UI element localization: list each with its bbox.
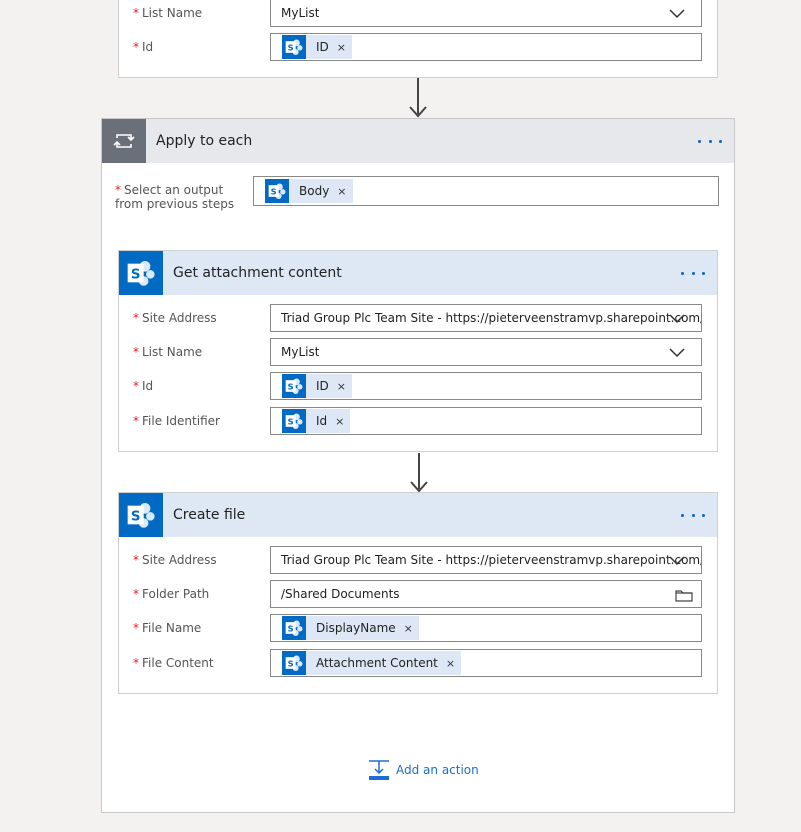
get-attachment-content-card: Get attachment content * Site Address Tri… [118, 250, 718, 452]
chevron-down-icon[interactable] [669, 554, 685, 566]
folder-icon[interactable] [675, 588, 693, 602]
more-options-icon[interactable] [681, 264, 705, 282]
apply-to-each-header[interactable]: Apply to each [102, 119, 734, 163]
arrow-down-icon [410, 453, 428, 493]
chevron-down-icon[interactable] [669, 7, 685, 19]
remove-token-icon[interactable]: × [337, 41, 346, 54]
apply-to-each-title: Apply to each [156, 133, 253, 149]
folder-path-label: * Folder Path [133, 587, 210, 601]
sharepoint-icon [282, 616, 306, 640]
create-file-card: Create file * Site Address Triad Group Pl… [118, 492, 718, 694]
id-token[interactable]: ID × [282, 35, 352, 59]
site-address-label: * Site Address [133, 553, 217, 567]
folder-path-field[interactable]: /Shared Documents [270, 580, 702, 608]
remove-token-icon[interactable]: × [446, 657, 455, 670]
create-file-header[interactable]: Create file [119, 493, 717, 537]
chevron-down-icon[interactable] [669, 312, 685, 324]
display-name-token[interactable]: DisplayName × [282, 616, 419, 640]
list-name-label: * List Name [133, 345, 203, 359]
file-identifier-label: * File Identifier [133, 414, 220, 428]
arrow-down-icon [409, 78, 427, 118]
remove-token-icon[interactable]: × [335, 415, 344, 428]
get-attachment-title: Get attachment content [173, 265, 342, 281]
sharepoint-icon [119, 493, 163, 537]
id-label: * Id [133, 379, 154, 393]
body-token[interactable]: Body × [265, 179, 353, 203]
list-name-dropdown[interactable]: MyList [270, 0, 702, 27]
select-output-field[interactable]: Body × [253, 176, 719, 206]
create-file-title: Create file [173, 507, 246, 523]
list-item-card: * List Name MyList * Id ID × [118, 0, 718, 78]
file-name-label: * File Name [133, 621, 202, 635]
sharepoint-icon [282, 651, 306, 675]
chevron-down-icon[interactable] [669, 346, 685, 358]
get-attachment-header[interactable]: Get attachment content [119, 251, 717, 295]
list-name-dropdown[interactable]: MyList [270, 338, 702, 366]
id-field[interactable]: ID × [270, 33, 702, 61]
add-action-button[interactable]: Add an action [368, 759, 479, 781]
id-field[interactable]: ID × [270, 372, 702, 400]
site-address-dropdown[interactable]: Triad Group Plc Team Site - https://piet… [270, 546, 702, 574]
file-identifier-token[interactable]: Id × [282, 409, 351, 433]
id-token[interactable]: ID × [282, 374, 352, 398]
sharepoint-icon [282, 374, 306, 398]
list-name-label: * List Name [133, 6, 203, 20]
id-label: * Id [133, 40, 154, 54]
file-name-field[interactable]: DisplayName × [270, 614, 702, 642]
sharepoint-icon [119, 251, 163, 295]
more-options-icon[interactable] [698, 132, 722, 150]
remove-token-icon[interactable]: × [404, 622, 413, 635]
sharepoint-icon [282, 35, 306, 59]
site-address-dropdown[interactable]: Triad Group Plc Team Site - https://piet… [270, 304, 702, 332]
select-output-label: * Select an output from previous steps [115, 183, 235, 211]
remove-token-icon[interactable]: × [337, 380, 346, 393]
file-content-label: * File Content [133, 656, 214, 670]
loop-icon [102, 119, 146, 163]
remove-token-icon[interactable]: × [337, 185, 346, 198]
sharepoint-icon [265, 179, 289, 203]
sharepoint-icon [282, 409, 306, 433]
apply-to-each-card: Apply to each * Select an output from pre… [101, 118, 735, 813]
site-address-label: * Site Address [133, 311, 217, 325]
file-identifier-field[interactable]: Id × [270, 407, 702, 435]
attachment-content-token[interactable]: Attachment Content × [282, 651, 462, 675]
more-options-icon[interactable] [681, 506, 705, 524]
add-action-icon [369, 760, 389, 780]
file-content-field[interactable]: Attachment Content × [270, 649, 702, 677]
